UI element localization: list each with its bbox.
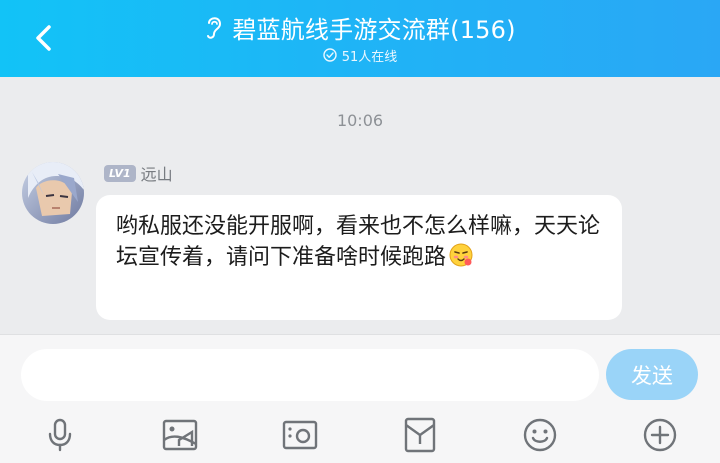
chat-header: 碧蓝航线手游交流群(156) 51人在线 bbox=[0, 0, 720, 77]
sly-face-emoji-icon bbox=[448, 242, 474, 277]
more-button[interactable] bbox=[638, 413, 682, 457]
photo-button[interactable] bbox=[158, 413, 202, 457]
red-packet-button[interactable] bbox=[398, 413, 442, 457]
camera-icon bbox=[282, 420, 318, 450]
red-packet-icon bbox=[404, 417, 436, 453]
plus-circle-icon bbox=[643, 418, 677, 452]
sender-row: LV1 远山 bbox=[104, 161, 173, 185]
message-input[interactable] bbox=[21, 349, 599, 401]
send-button[interactable]: 发送 bbox=[606, 349, 698, 400]
voice-button[interactable] bbox=[38, 413, 82, 457]
message-bubble[interactable]: 哟私服还没能开服啊，看来也不怎么样嘛，天天论坛宣传着，请问下准备啥时候跑路 bbox=[96, 195, 622, 320]
check-circle-icon bbox=[323, 48, 337, 62]
ear-icon bbox=[207, 17, 222, 39]
title-row[interactable]: 碧蓝航线手游交流群(156) bbox=[0, 10, 720, 44]
user-avatar bbox=[22, 162, 84, 224]
composer-toolbar bbox=[0, 413, 720, 457]
camera-button[interactable] bbox=[278, 413, 322, 457]
avatar[interactable] bbox=[22, 162, 84, 224]
emoji-button[interactable] bbox=[518, 413, 562, 457]
microphone-icon bbox=[48, 418, 72, 452]
message-text: 哟私服还没能开服啊，看来也不怎么样嘛，天天论坛宣传着，请问下准备啥时候跑路 bbox=[116, 214, 601, 270]
image-icon bbox=[162, 419, 198, 451]
message-list[interactable]: 10:06 LV1 远山 哟私服还没能开服啊，看来也不怎么样嘛，天天论坛宣传着，… bbox=[0, 77, 720, 334]
online-count: 51人在线 bbox=[341, 49, 398, 65]
message-timestamp: 10:06 bbox=[336, 111, 384, 130]
sender-name[interactable]: 远山 bbox=[141, 161, 173, 185]
online-status: 51人在线 bbox=[0, 45, 720, 65]
page-title: 碧蓝航线手游交流群(156) bbox=[232, 15, 516, 44]
level-badge: LV1 bbox=[104, 164, 136, 182]
composer-panel: 发送 bbox=[0, 334, 720, 463]
smiley-icon bbox=[523, 418, 557, 452]
